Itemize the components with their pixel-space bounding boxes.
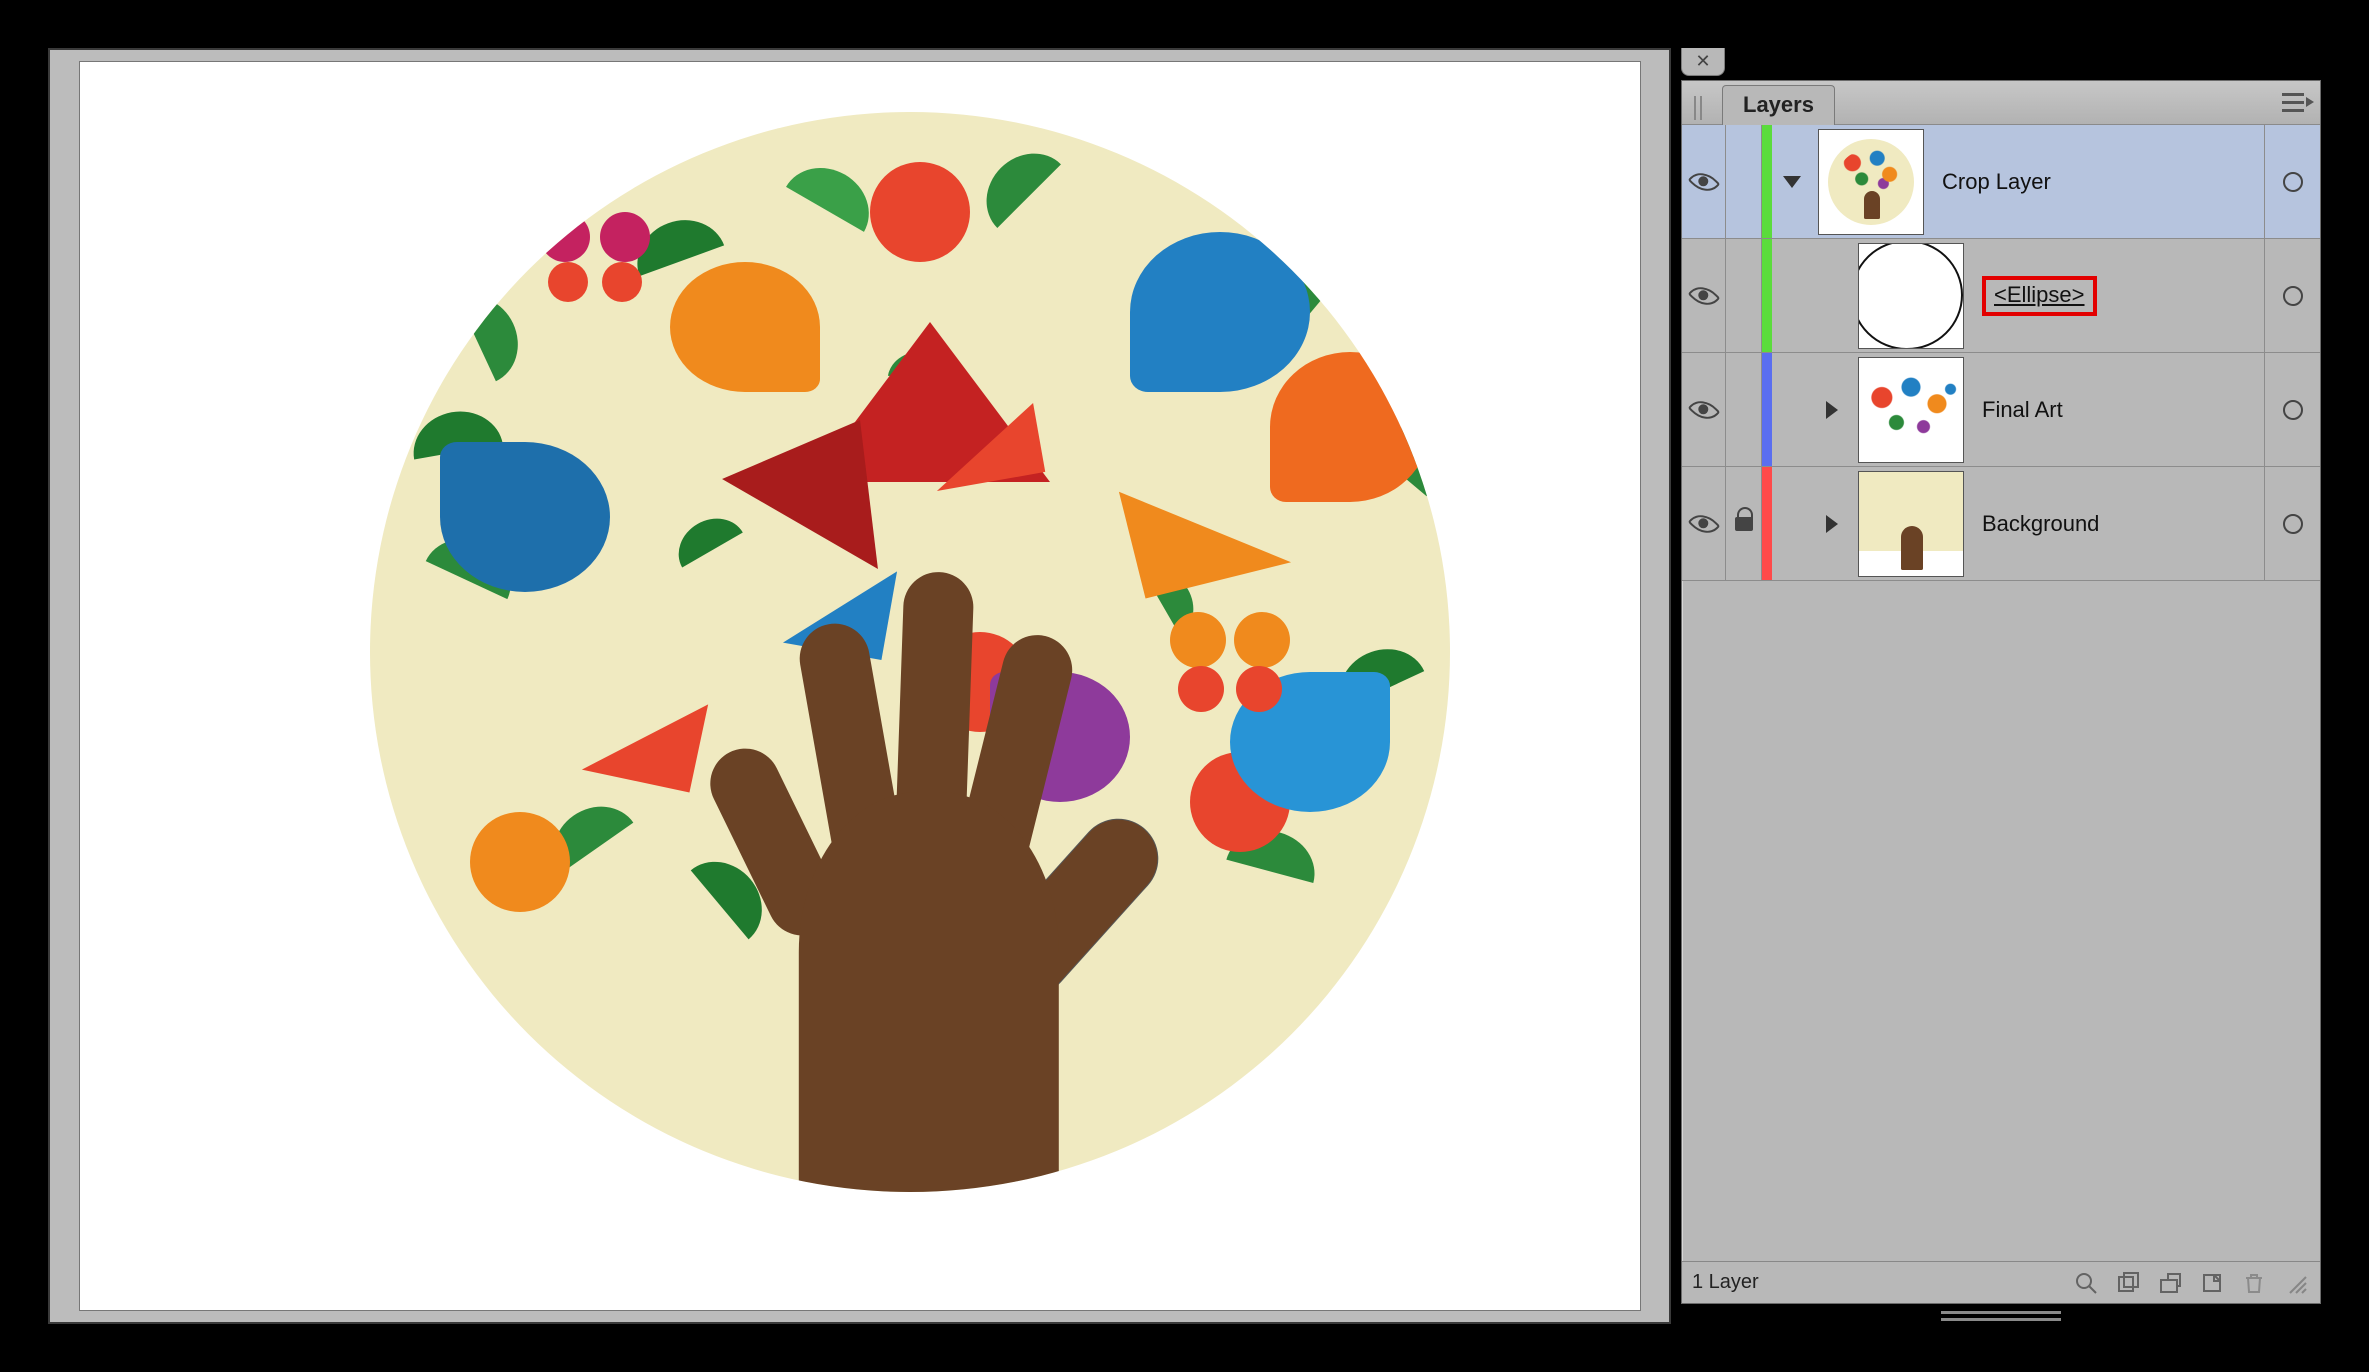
eye-icon <box>1687 393 1720 426</box>
indent-spacer <box>1772 353 1812 466</box>
butterfly-shape <box>540 212 650 302</box>
hand-trunk <box>698 592 1138 1192</box>
search-icon[interactable] <box>2072 1271 2100 1295</box>
app-frame: ✕ Layers Crop Layer <Ellipse> Final Art Bac… <box>0 0 2369 1372</box>
layer-name-label[interactable]: Final Art <box>1982 397 2264 423</box>
annotation-highlight: <Ellipse> <box>1982 276 2097 316</box>
layer-thumbnail[interactable] <box>1858 243 1964 349</box>
layer-thumbnail[interactable] <box>1858 471 1964 577</box>
layer-thumbnail[interactable] <box>1818 129 1924 235</box>
indent-spacer[interactable] <box>1812 353 1852 466</box>
layer-row[interactable]: Final Art <box>1682 353 2320 467</box>
artboard[interactable] <box>80 62 1640 1310</box>
new-layer-icon[interactable] <box>2198 1271 2226 1295</box>
apple-shape <box>470 812 570 912</box>
layer-row[interactable]: Background <box>1682 467 2320 581</box>
indent-spacer <box>1772 239 1812 352</box>
layers-tab[interactable]: Layers <box>1722 85 1835 126</box>
indent-spacer[interactable] <box>1812 467 1852 580</box>
layer-color-stripe <box>1762 467 1772 580</box>
panel-collapse-icon[interactable] <box>1690 91 1708 125</box>
target-icon <box>2283 172 2303 192</box>
layers-list: Crop Layer <Ellipse> Final Art Background <box>1682 125 2320 1261</box>
artwork-circle <box>370 112 1450 1192</box>
indent-spacer <box>1812 239 1852 352</box>
panel-close-button[interactable]: ✕ <box>1681 48 1725 76</box>
bird-shape <box>440 442 610 592</box>
layer-thumbnail[interactable] <box>1858 357 1964 463</box>
target-button[interactable] <box>2264 353 2320 466</box>
eye-icon <box>1687 507 1720 540</box>
new-sublayer-icon[interactable] <box>2156 1271 2184 1295</box>
target-icon <box>2283 400 2303 420</box>
lock-toggle[interactable] <box>1726 467 1762 580</box>
panel-footer: 1 Layer <box>1682 1261 2320 1303</box>
bird-shape <box>1270 352 1430 502</box>
target-icon <box>2283 286 2303 306</box>
layer-row[interactable]: Crop Layer <box>1682 125 2320 239</box>
resize-corner-icon[interactable] <box>2282 1271 2310 1295</box>
layer-color-stripe <box>1762 353 1772 466</box>
leaf-shape <box>786 152 884 232</box>
layer-name-label[interactable]: Crop Layer <box>1942 169 2264 195</box>
bird-shape <box>1118 455 1290 598</box>
apple-shape <box>870 162 970 262</box>
canvas-workspace[interactable] <box>48 48 1671 1324</box>
bird-shape <box>670 262 820 392</box>
layers-panel: Layers Crop Layer <Ellipse> Final Art Backg… <box>1681 80 2321 1304</box>
layer-count-label: 1 Layer <box>1692 1271 2058 1294</box>
visibility-toggle[interactable] <box>1682 353 1726 466</box>
panel-menu-icon[interactable] <box>2278 91 2310 115</box>
layer-color-stripe <box>1762 125 1772 238</box>
layer-name-label[interactable]: <Ellipse> <box>1982 276 2264 316</box>
lock-toggle[interactable] <box>1726 125 1762 238</box>
visibility-toggle[interactable] <box>1682 125 1726 238</box>
layer-name-label[interactable]: Background <box>1982 511 2264 537</box>
leaf-shape <box>969 136 1061 228</box>
indent-spacer <box>1772 467 1812 580</box>
target-button[interactable] <box>2264 467 2320 580</box>
bird-shape <box>581 682 707 793</box>
lock-toggle[interactable] <box>1726 353 1762 466</box>
indent-spacer[interactable] <box>1772 125 1812 238</box>
visibility-toggle[interactable] <box>1682 239 1726 352</box>
eye-icon <box>1687 165 1720 198</box>
leaf-shape <box>667 507 743 568</box>
leaf-shape <box>457 283 531 381</box>
chevron-down-icon[interactable] <box>1783 176 1801 188</box>
target-button[interactable] <box>2264 239 2320 352</box>
trash-icon[interactable] <box>2240 1271 2268 1295</box>
lock-toggle[interactable] <box>1726 239 1762 352</box>
panel-resize-grip[interactable] <box>1901 1308 2101 1324</box>
eye-icon <box>1687 279 1720 312</box>
layers-panel-wrap: ✕ Layers Crop Layer <Ellipse> Final Art Bac… <box>1681 48 2321 1324</box>
layer-row[interactable]: <Ellipse> <box>1682 239 2320 353</box>
layer-color-stripe <box>1762 239 1772 352</box>
chevron-right-icon[interactable] <box>1826 401 1838 419</box>
lock-icon <box>1735 517 1753 531</box>
bird-shape <box>1130 232 1310 392</box>
chevron-right-icon[interactable] <box>1826 515 1838 533</box>
target-button[interactable] <box>2264 125 2320 238</box>
clipping-mask-icon[interactable] <box>2114 1271 2142 1295</box>
butterfly-shape <box>1170 612 1290 712</box>
panel-header: Layers <box>1682 81 2320 125</box>
visibility-toggle[interactable] <box>1682 467 1726 580</box>
target-icon <box>2283 514 2303 534</box>
